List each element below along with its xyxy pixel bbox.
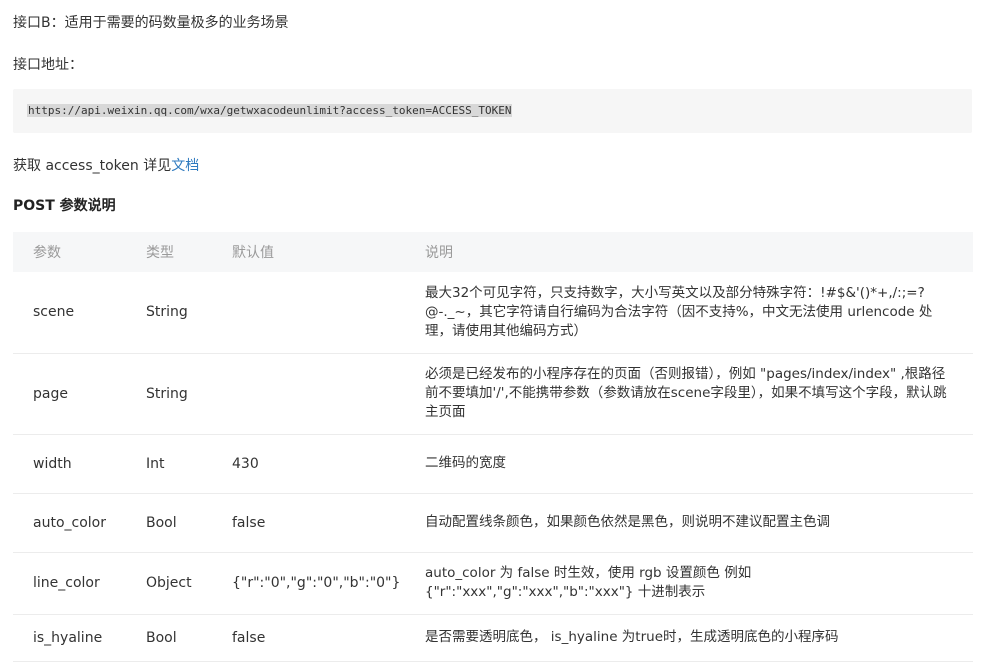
- param-default: [212, 353, 405, 435]
- param-desc: 自动配置线条颜色，如果颜色依然是黑色，则说明不建议配置主色调: [405, 493, 973, 553]
- params-title: POST 参数说明: [13, 198, 116, 214]
- param-desc: auto_color 为 false 时生效，使用 rgb 设置颜色 例如 {"…: [405, 552, 973, 615]
- header-type: 类型: [126, 232, 212, 272]
- param-default: 430: [212, 434, 405, 494]
- param-type: Bool: [126, 614, 212, 662]
- param-type: String: [126, 353, 212, 435]
- table-row: page String 必须是已经发布的小程序存在的页面（否则报错），例如 "p…: [13, 353, 973, 435]
- section-intro: 接口B：适用于需要的码数量极多的业务场景: [13, 15, 289, 31]
- code-block: https://api.weixin.qq.com/wxa/getwxacode…: [13, 89, 972, 133]
- param-type: Object: [126, 552, 212, 615]
- param-name: auto_color: [13, 493, 126, 553]
- token-note-text: 获取 access_token 详见: [13, 158, 172, 174]
- param-type: String: [126, 272, 212, 354]
- param-name: is_hyaline: [13, 614, 126, 662]
- param-desc: 是否需要透明底色， is_hyaline 为true时，生成透明底色的小程序码: [405, 614, 973, 662]
- param-name: scene: [13, 272, 126, 354]
- param-default: false: [212, 614, 405, 662]
- param-default: {"r":"0","g":"0","b":"0"}: [212, 552, 405, 615]
- param-name: line_color: [13, 552, 126, 615]
- param-default: false: [212, 493, 405, 553]
- param-name: width: [13, 434, 126, 494]
- api-address-label: 接口地址：: [13, 57, 83, 73]
- param-name: page: [13, 353, 126, 435]
- table-row: width Int 430 二维码的宽度: [13, 434, 973, 494]
- table-row: line_color Object {"r":"0","g":"0","b":"…: [13, 552, 973, 615]
- table-header-row: 参数 类型 默认值 说明: [13, 232, 973, 272]
- param-desc: 必须是已经发布的小程序存在的页面（否则报错），例如 "pages/index/i…: [405, 353, 973, 435]
- table-row: auto_color Bool false 自动配置线条颜色，如果颜色依然是黑色…: [13, 493, 973, 553]
- param-default: [212, 272, 405, 354]
- table-row: is_hyaline Bool false 是否需要透明底色， is_hyali…: [13, 614, 973, 662]
- params-table: 参数 类型 默认值 说明 scene String 最大32个可见字符，只支持数…: [13, 232, 973, 662]
- param-desc: 二维码的宽度: [405, 434, 973, 494]
- param-type: Int: [126, 434, 212, 494]
- header-default: 默认值: [212, 232, 405, 272]
- header-param: 参数: [13, 232, 126, 272]
- table-row: scene String 最大32个可见字符，只支持数字，大小写英文以及部分特殊…: [13, 272, 973, 354]
- token-note: 获取 access_token 详见文档: [13, 155, 199, 175]
- docs-link[interactable]: 文档: [171, 158, 199, 174]
- param-type: Bool: [126, 493, 212, 553]
- api-url[interactable]: https://api.weixin.qq.com/wxa/getwxacode…: [27, 104, 513, 117]
- header-desc: 说明: [405, 232, 973, 272]
- param-desc: 最大32个可见字符，只支持数字，大小写英文以及部分特殊字符：!#$&'()*+,…: [405, 272, 973, 354]
